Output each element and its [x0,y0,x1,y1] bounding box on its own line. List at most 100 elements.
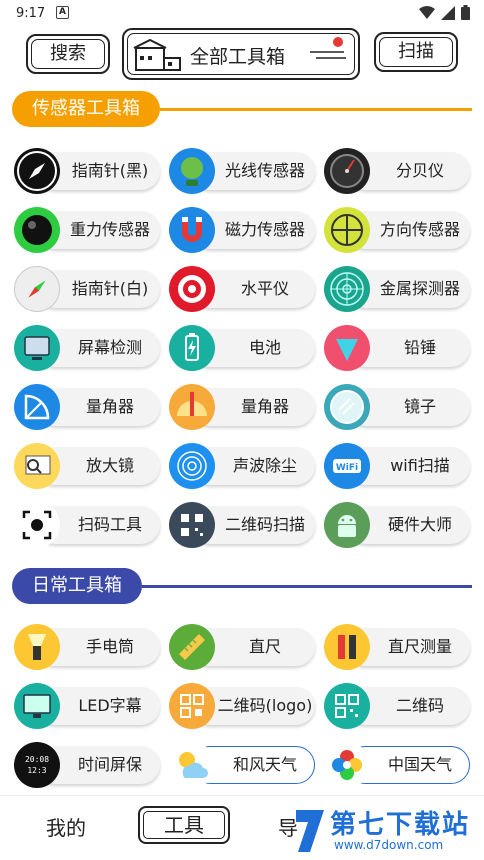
android-icon [324,502,370,548]
search-button[interactable]: 搜索 [26,34,110,74]
sensor-section-line [160,108,472,111]
wifi-signal-icon [419,5,435,19]
svg-text:WiFi: WiFi [336,463,358,473]
clock-screen-icon: 20:08 12:3 [14,742,60,788]
tool-wifi-scan[interactable]: WiFi wifi扫描 [324,443,470,489]
tool-label: 时间屏保 [77,755,142,774]
tool-hardware[interactable]: 硬件大师 [324,502,470,548]
mirror-icon [324,384,370,430]
battery-icon [169,325,215,371]
tool-label: 指南针(白) [71,279,149,298]
ruler-measure-icon [324,624,370,670]
sensor-section-title: 传感器工具箱 [12,91,160,127]
tool-label: 放大镜 [85,456,134,475]
led-screen-icon [14,683,60,729]
tool-light-sensor[interactable]: 光线传感器 [169,148,315,194]
tool-label: 水平仪 [240,279,289,298]
tool-label: wifi扫描 [390,456,450,475]
sun-cloud-deco-icon [310,37,346,59]
gravity-ball-icon [14,207,60,253]
tool-level[interactable]: 水平仪 [169,266,315,312]
tool-label: 二维码扫描 [224,515,305,534]
tool-battery[interactable]: 电池 [169,325,315,371]
tool-compass-black[interactable]: 指南针(黑) [14,148,160,194]
nav-mine[interactable]: 我的 [46,812,86,841]
china-weather-icon [324,742,370,788]
tool-qr-scan[interactable]: 二维码扫描 [169,502,315,548]
system-icons [419,5,470,20]
monitor-icon [14,325,60,371]
globe-light-icon [169,148,215,194]
tool-protractor-2[interactable]: 量角器 [169,384,315,430]
magnet-icon [169,207,215,253]
notification-icon: A [56,6,69,19]
tool-flashlight[interactable]: 手电筒 [14,624,160,670]
tool-metal-detector[interactable]: 金属探测器 [324,266,470,312]
tool-label: 方向传感器 [379,220,460,239]
tool-china-weather[interactable]: 中国天气 [324,742,470,788]
tool-label: LED字幕 [78,696,142,715]
qr-scan-icon [169,502,215,548]
tool-gravity[interactable]: 重力传感器 [14,207,160,253]
wifi-icon: WiFi [324,443,370,489]
tool-qr-logo[interactable]: 二维码(logo) [169,683,315,729]
tool-magnifier[interactable]: 放大镜 [14,443,160,489]
target-icon [169,266,215,312]
watermark-logo-icon [296,810,324,852]
plumb-bob-icon [324,325,370,371]
decibel-meter-icon [324,148,370,194]
level-crosshair-icon [324,207,370,253]
qr-logo-icon [169,683,215,729]
cell-signal-icon [441,5,455,20]
sensor-section-header: 传感器工具箱 [0,91,484,129]
soundwave-icon [169,443,215,489]
scan-button[interactable]: 扫描 [374,32,458,72]
nav-tools[interactable]: 工具 [138,806,230,844]
tool-label: 磁力传感器 [224,220,305,239]
tool-compass-white[interactable]: 指南针(白) [14,266,160,312]
tool-label: 二维码(logo) [217,696,313,715]
tool-led[interactable]: LED字幕 [14,683,160,729]
house-icon [133,38,181,71]
tool-clock-screensaver[interactable]: 20:08 12:3 时间屏保 [14,742,160,788]
tool-plumb[interactable]: 铅锤 [324,325,470,371]
tool-label: 二维码 [395,696,444,715]
tool-sound-dust[interactable]: 声波除尘 [169,443,315,489]
tool-decibel[interactable]: 分贝仪 [324,148,470,194]
watermark-url: www.d7down.com [334,838,444,852]
svg-text:20:08: 20:08 [25,755,49,764]
tool-label: 中国天气 [387,755,452,774]
tool-label: 电池 [248,338,281,357]
tool-direction[interactable]: 方向传感器 [324,207,470,253]
ruler-icon [169,624,215,670]
tool-label: 声波除尘 [232,456,297,475]
tool-label: 金属探测器 [379,279,460,298]
protractor-icon [14,384,60,430]
compass-white-icon [14,266,60,312]
tool-label: 手电筒 [85,637,134,656]
tool-ruler-measure[interactable]: 直尺测量 [324,624,470,670]
watermark-text: 第七下载站 [330,810,471,840]
tool-qweather[interactable]: 和风天气 [169,742,315,788]
tool-magnet[interactable]: 磁力传感器 [169,207,315,253]
tool-label: 铅锤 [403,338,436,357]
daily-section-line [142,585,472,588]
tool-mirror[interactable]: 镜子 [324,384,470,430]
tool-label: 指南针(黑) [71,161,149,180]
tool-label: 量角器 [240,397,289,416]
tool-qr[interactable]: 二维码 [324,683,470,729]
status-bar: 9:17 A [0,0,484,28]
scan-code-icon [14,502,60,548]
tool-scan-code[interactable]: 扫码工具 [14,502,160,548]
tool-label: 分贝仪 [395,161,444,180]
tool-label: 硬件大师 [387,515,452,534]
watermark: 第七下载站 www.d7down.com [290,800,484,860]
daily-section-header: 日常工具箱 [0,568,484,606]
all-tools-title-box: 全部工具箱 [122,28,360,80]
tool-ruler[interactable]: 直尺 [169,624,315,670]
qr-code-icon [324,683,370,729]
tool-label: 和风天气 [232,755,297,774]
tool-label: 量角器 [85,397,134,416]
tool-screen-test[interactable]: 屏幕检测 [14,325,160,371]
tool-protractor-1[interactable]: 量角器 [14,384,160,430]
